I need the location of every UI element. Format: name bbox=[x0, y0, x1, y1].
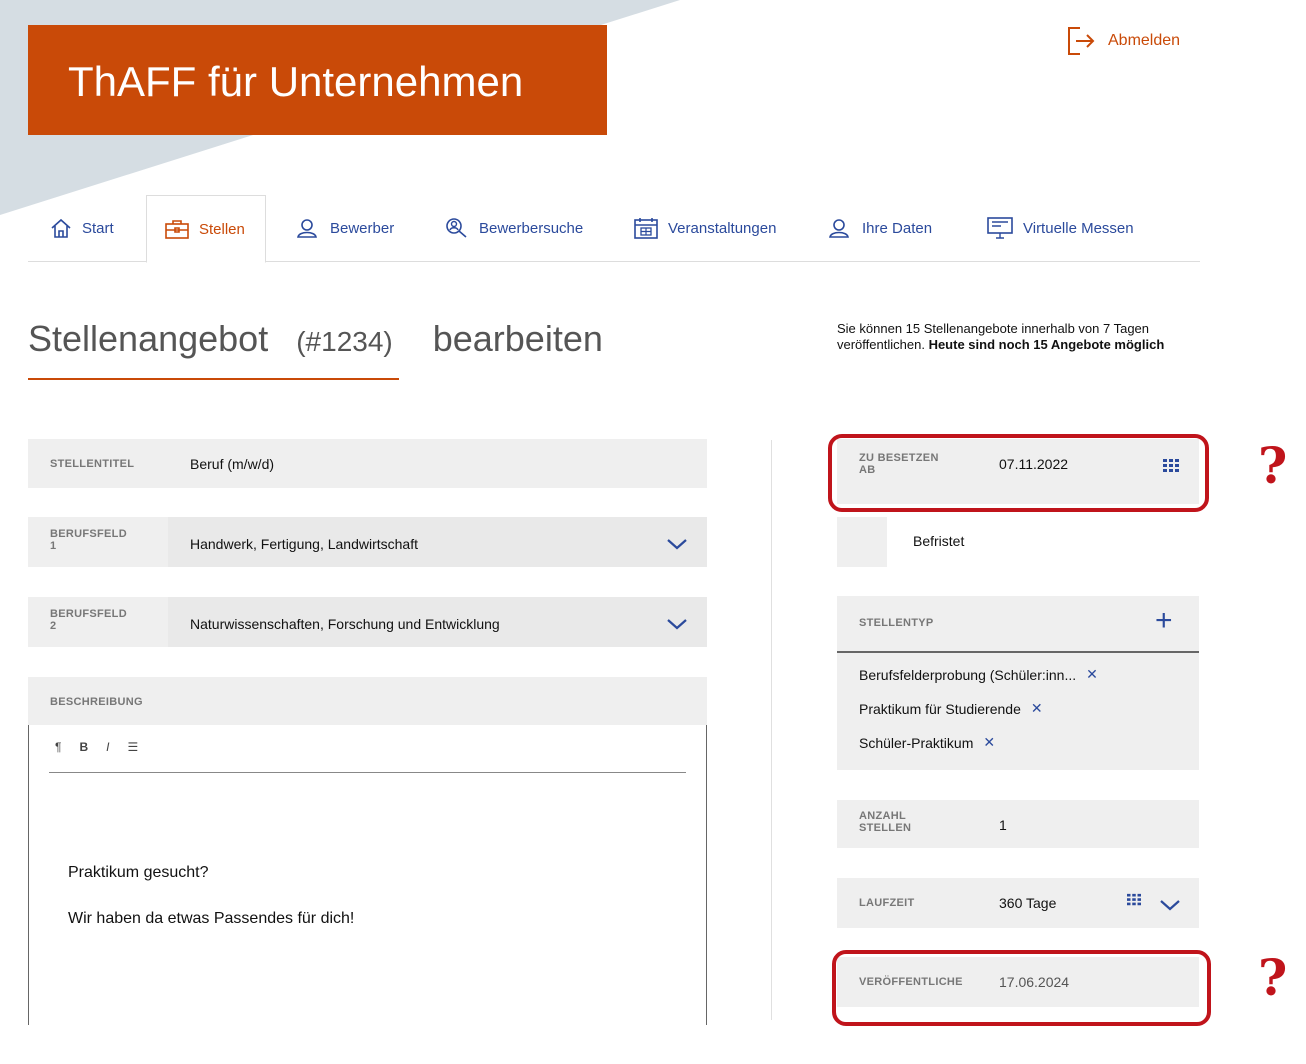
anzahl-value: 1 bbox=[999, 817, 1007, 833]
stellentyp-chip: Praktikum für Studierende ✕ bbox=[859, 700, 1043, 717]
calendar-grid-icon[interactable] bbox=[1126, 893, 1142, 907]
editor-paragraph: Wir haben da etwas Passendes für dich! bbox=[68, 910, 355, 927]
page-title-action: bearbeiten bbox=[432, 318, 603, 359]
monitor-icon bbox=[987, 217, 1013, 239]
brand-title: ThAFF für Unternehmen bbox=[68, 58, 524, 105]
stellentyp-header: STELLENTYP + bbox=[837, 596, 1199, 653]
chip-label: Praktikum für Studierende bbox=[859, 700, 1021, 717]
user-icon bbox=[297, 219, 317, 238]
briefcase-icon bbox=[165, 220, 189, 239]
beschreibung-label: BESCHREIBUNG bbox=[50, 696, 143, 708]
chevron-down-icon[interactable] bbox=[666, 537, 688, 551]
tab-bewerber[interactable]: Bewerber bbox=[296, 195, 394, 261]
annotation-question-mark: ? bbox=[1258, 436, 1288, 495]
tab-label: Stellen bbox=[199, 220, 245, 238]
tab-label: Start bbox=[82, 219, 114, 237]
berufsfeld1-value: Handwerk, Fertigung, Landwirtschaft bbox=[190, 536, 418, 552]
page-title-main: Stellenangebot bbox=[28, 318, 269, 359]
bold-button[interactable]: B bbox=[79, 740, 88, 754]
berufsfeld2-select[interactable]: BERUFSFELD 2 Naturwissenschaften, Forschu… bbox=[28, 597, 707, 647]
stellentyp-chip: Berufsfelderprobung (Schüler:inn... ✕ bbox=[859, 666, 1098, 683]
stellentyp-chip: Schüler-Praktikum ✕ bbox=[859, 734, 995, 751]
anzahl-stellen-field[interactable]: ANZAHL STELLEN 1 bbox=[837, 800, 1199, 848]
beschreibung-header: BESCHREIBUNG bbox=[28, 677, 707, 725]
home-icon bbox=[51, 218, 71, 238]
stellentitel-value: Beruf (m/w/d) bbox=[190, 456, 275, 472]
italic-button[interactable]: I bbox=[106, 740, 109, 754]
page-title: Stellenangebot (#1234) bearbeiten bbox=[28, 318, 603, 360]
tab-veranstaltungen[interactable]: Veranstaltungen bbox=[634, 195, 776, 261]
chip-label: Schüler-Praktikum bbox=[859, 734, 974, 751]
stellentyp-label: STELLENTYP bbox=[859, 617, 934, 629]
berufsfeld1-select[interactable]: BERUFSFELD 1 Handwerk, Fertigung, Landwir… bbox=[28, 517, 707, 567]
add-stellentyp-button[interactable]: + bbox=[1155, 604, 1173, 638]
tab-stellen[interactable]: Stellen bbox=[146, 195, 266, 263]
paragraph-button[interactable]: ¶ bbox=[55, 740, 61, 754]
title-underline bbox=[28, 378, 399, 380]
tab-start[interactable]: Start bbox=[50, 195, 114, 261]
main-navigation: Start Stellen Bewerber Bewerbersuche Ver… bbox=[28, 195, 1200, 263]
tab-label: Virtuelle Messen bbox=[1023, 219, 1134, 237]
quota-info: Sie können 15 Stellenangebote innerhalb … bbox=[837, 321, 1197, 353]
chevron-down-icon[interactable] bbox=[666, 617, 688, 631]
user-icon bbox=[829, 219, 849, 238]
editor-toolbar: ¶ B I ☰ bbox=[55, 740, 138, 754]
remove-chip-icon[interactable]: ✕ bbox=[1031, 700, 1043, 717]
chevron-down-icon[interactable] bbox=[1159, 898, 1181, 912]
logout-icon bbox=[1068, 27, 1095, 55]
tab-label: Veranstaltungen bbox=[668, 219, 777, 237]
list-button[interactable]: ☰ bbox=[127, 740, 138, 754]
editor-paragraph: Praktikum gesucht? bbox=[68, 864, 209, 881]
berufsfeld2-value: Naturwissenschaften, Forschung und Entwi… bbox=[190, 616, 500, 632]
toolbar-divider bbox=[49, 772, 686, 773]
befristet-checkbox[interactable] bbox=[837, 517, 887, 567]
quota-info-bold: Heute sind noch 15 Angebote möglich bbox=[928, 337, 1165, 352]
user-search-icon bbox=[446, 218, 467, 238]
page-title-id: (#1234) bbox=[296, 326, 393, 357]
remove-chip-icon[interactable]: ✕ bbox=[983, 734, 995, 751]
tab-label: Ihre Daten bbox=[862, 219, 933, 237]
laufzeit-label: LAUFZEIT bbox=[859, 897, 915, 909]
tab-label: Bewerbersuche bbox=[479, 219, 584, 237]
remove-chip-icon[interactable]: ✕ bbox=[1086, 666, 1098, 683]
tab-label: Bewerber bbox=[330, 219, 395, 237]
annotation-question-mark: ? bbox=[1258, 948, 1288, 1007]
laufzeit-select[interactable]: LAUFZEIT 360 Tage bbox=[837, 878, 1199, 928]
chip-label: Berufsfelderprobung (Schüler:inn... bbox=[859, 666, 1077, 683]
annotation-highlight-box bbox=[832, 950, 1211, 1026]
column-divider bbox=[771, 440, 772, 1020]
annotation-highlight-box bbox=[828, 434, 1209, 512]
berufsfeld1-label: BERUFSFELD 1 bbox=[50, 528, 127, 552]
stellentyp-list: Berufsfelderprobung (Schüler:inn... ✕ Pr… bbox=[837, 653, 1199, 770]
stellentitel-label: STELLENTITEL bbox=[50, 458, 135, 470]
anzahl-label: ANZAHL STELLEN bbox=[859, 810, 912, 834]
tab-virtuelle-messen[interactable]: Virtuelle Messen bbox=[987, 195, 1134, 261]
tab-ihre-daten[interactable]: Ihre Daten bbox=[828, 195, 932, 261]
logout-button[interactable]: Abmelden bbox=[1066, 25, 1180, 57]
befristet-label: Befristet bbox=[913, 533, 965, 549]
berufsfeld2-label: BERUFSFELD 2 bbox=[50, 608, 127, 632]
laufzeit-value: 360 Tage bbox=[999, 895, 1057, 911]
stellentitel-field[interactable]: STELLENTITEL Beruf (m/w/d) bbox=[28, 439, 707, 488]
logout-label: Abmelden bbox=[1108, 32, 1181, 49]
calendar-icon bbox=[634, 218, 658, 239]
tab-bewerbersuche[interactable]: Bewerbersuche bbox=[445, 195, 583, 261]
